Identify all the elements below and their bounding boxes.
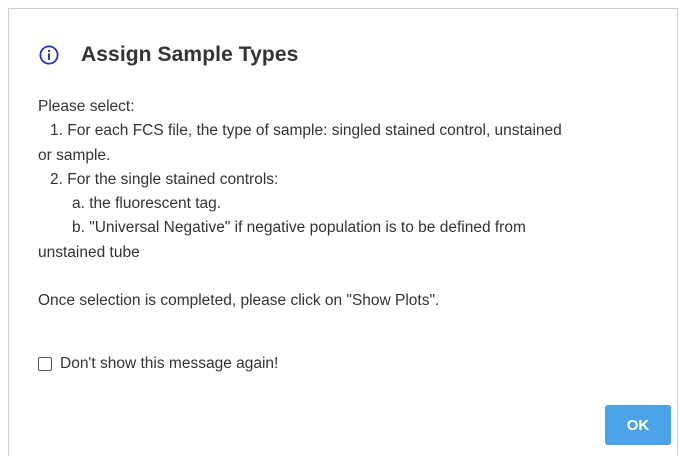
- dont-show-again-option[interactable]: Don't show this message again!: [38, 355, 278, 373]
- dialog-message: Please select: 1. For each FCS file, the…: [38, 95, 663, 313]
- instruction-step-1-continued: or sample.: [38, 146, 111, 164]
- dont-show-again-checkbox[interactable]: [38, 357, 52, 371]
- info-icon: [39, 45, 59, 65]
- assign-sample-types-dialog: Assign Sample Types Please select: 1. Fo…: [8, 8, 678, 456]
- ok-button[interactable]: OK: [605, 405, 671, 445]
- dialog-header: Assign Sample Types: [39, 43, 298, 67]
- dont-show-again-label[interactable]: Don't show this message again!: [60, 355, 278, 373]
- instruction-step-2b-continued: unstained tube: [38, 243, 140, 261]
- instruction-step-2: 2. For the single stained controls:: [50, 170, 279, 188]
- instruction-step-2a: a. the fluorescent tag.: [72, 195, 222, 213]
- instruction-completion: Once selection is completed, please clic…: [38, 292, 440, 310]
- instruction-step-2b: b. "Universal Negative" if negative popu…: [72, 219, 526, 237]
- dialog-title: Assign Sample Types: [81, 43, 299, 66]
- instruction-intro: Please select:: [38, 98, 135, 115]
- instruction-step-1: 1. For each FCS file, the type of sample…: [50, 122, 562, 140]
